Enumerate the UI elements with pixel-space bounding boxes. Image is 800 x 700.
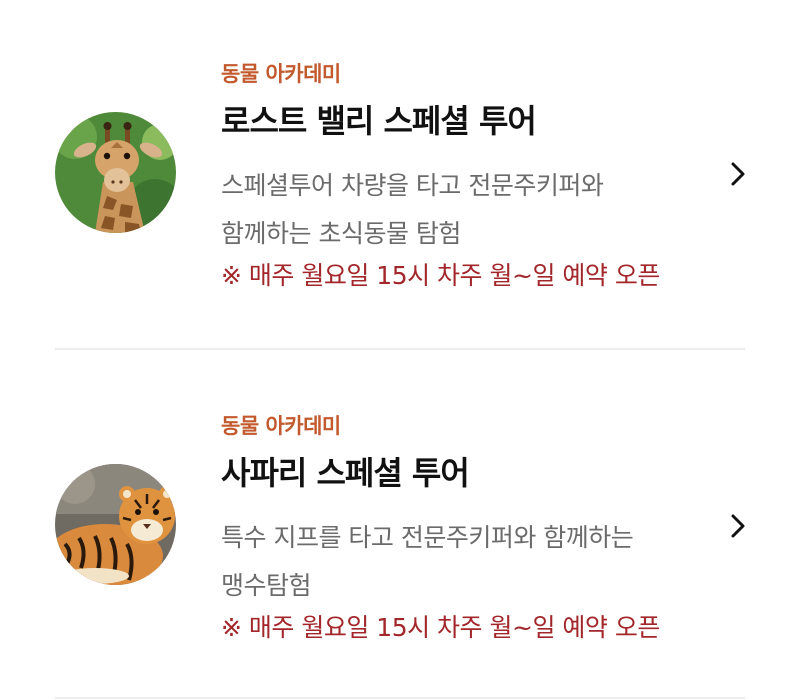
booking-notice: ※ 매주 월요일 15시 차주 월~일 예약 오픈 [221,613,660,642]
tour-list: 동물 아카데미 로스트 밸리 스페셜 투어 스페셜투어 차량을 타고 전문주키퍼… [0,0,800,700]
tour-card-lost-valley[interactable]: 동물 아카데미 로스트 밸리 스페셜 투어 스페셜투어 차량을 타고 전문주키퍼… [0,40,800,360]
divider [55,697,745,699]
tour-description-line: 스페셜투어 차량을 타고 전문주키퍼와 [221,171,604,200]
tour-description: 특수 지프를 타고 전문주키퍼와 함께하는 맹수탐험 [221,514,701,610]
tour-title: 사파리 스페셜 투어 [221,454,470,492]
giraffe-thumbnail [55,112,176,233]
tiger-thumbnail [55,464,176,585]
tour-category: 동물 아카데미 [221,414,341,438]
booking-notice: ※ 매주 월요일 15시 차주 월~일 예약 오픈 [221,261,660,290]
tour-description: 스페셜투어 차량을 타고 전문주키퍼와 함께하는 초식동물 탐험 [221,162,701,258]
tour-description-line: 맹수탐험 [221,571,312,600]
tour-card-safari[interactable]: 동물 아카데미 사파리 스페셜 투어 특수 지프를 타고 전문주키퍼와 함께하는… [0,392,800,700]
chevron-right-icon[interactable] [726,160,750,188]
tour-title: 로스트 밸리 스페셜 투어 [221,102,537,140]
giraffe-image [55,112,176,233]
tiger-image [55,464,176,585]
tour-description-line: 함께하는 초식동물 탐험 [221,219,461,248]
chevron-right-icon[interactable] [726,512,750,540]
tour-description-line: 특수 지프를 타고 전문주키퍼와 함께하는 [221,523,634,552]
divider [55,348,745,350]
tour-category: 동물 아카데미 [221,62,341,86]
